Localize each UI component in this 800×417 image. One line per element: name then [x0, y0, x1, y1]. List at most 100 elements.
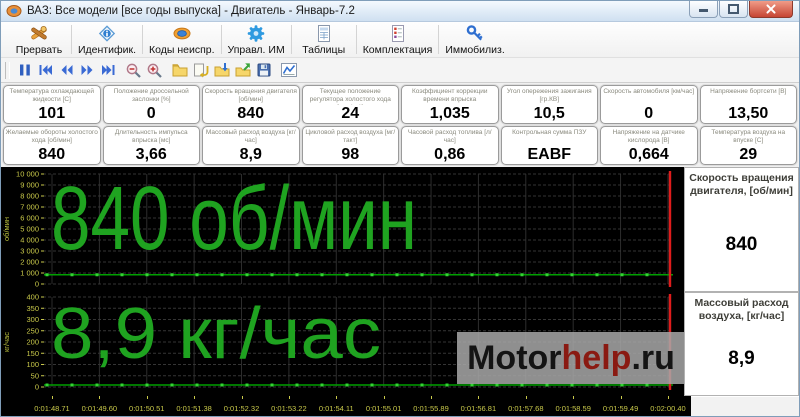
svg-text:50: 50 [31, 371, 39, 380]
time-tick-label: 0:01:48.71 [34, 404, 70, 413]
time-tick [146, 396, 148, 399]
toolbar-button-label: Комплектация [362, 43, 433, 56]
import-icon[interactable] [211, 60, 232, 81]
param-panel: Напряжение бортсети [В] 13,50 [699, 85, 797, 124]
engine-speed-chart[interactable]: 10 000 9 000 8 000 7 000 6 000 5 000 4 000 3 00… [1, 167, 684, 292]
param-panel: Длительность импульса впрыска [мс] 3,66 [102, 126, 200, 165]
param-label: Желаемые обороты холостого хода [об/мин] [5, 129, 98, 144]
close-button[interactable] [749, 1, 793, 18]
watermark-segment: Motor [467, 338, 562, 377]
time-tick-label: 0:01:57.68 [508, 404, 544, 413]
toolbar-button-label: Управл. ИМ [227, 43, 285, 56]
time-tick-label: 0:01:58.59 [555, 404, 591, 413]
time-tick-label: 0:01:59.49 [602, 404, 639, 413]
time-tick-label: 0:01:55.01 [365, 404, 402, 413]
param-value: 8,9 [239, 145, 262, 163]
folder-icon[interactable] [169, 60, 190, 81]
svg-text:300: 300 [26, 315, 39, 324]
time-axis: 0:01:48.71 0:01:49.60 0:01:50.51 0:01:51.38… [1, 396, 691, 416]
param-value: 10,5 [533, 104, 565, 122]
step-forward-icon[interactable] [77, 60, 98, 81]
param-label: Часовой расход топлива [л/час] [407, 129, 492, 144]
watermark: Motor help .ru [457, 332, 684, 384]
mass-air-flow-side-panel: Массовый расход воздуха, [кг/час] 8,9 [684, 292, 799, 396]
time-tick [667, 396, 669, 399]
param-label: Контрольная сумма ПЗУ [512, 129, 587, 136]
go-first-icon[interactable] [35, 60, 56, 81]
param-panel: Часовой расход топлива [л/час] 0,86 [401, 126, 499, 165]
time-tick-label: 0:01:50.51 [129, 404, 165, 413]
svg-text:7 000: 7 000 [20, 203, 39, 212]
svg-text:250: 250 [26, 326, 39, 335]
titlebar[interactable]: ВАЗ: Все модели [все годы выпуска] - Дви… [1, 1, 799, 22]
svg-text:840 об/мин: 840 об/мин [51, 169, 417, 269]
time-tick-label: 0:01:55.89 [413, 404, 449, 413]
parameter-grid: Температура охлаждающей жидкости [C] 101 П… [1, 83, 799, 167]
svg-text:3 000: 3 000 [20, 247, 39, 256]
param-panel: Желаемые обороты холостого хода [об/мин]… [3, 126, 101, 165]
svg-text:400: 400 [26, 293, 39, 302]
zoom-in-icon[interactable] [144, 60, 165, 81]
pause-icon[interactable] [14, 60, 35, 81]
svg-text:1 000: 1 000 [20, 269, 39, 278]
step-back-icon[interactable] [56, 60, 77, 81]
param-label: Коэффициент коррекции времени впрыска [411, 88, 488, 103]
toolbar-button-abort[interactable]: Прервать [7, 22, 71, 57]
param-value: 0 [146, 104, 156, 122]
zoom-out-icon[interactable] [123, 60, 144, 81]
param-panel: Цикловой расход воздуха [мг/такт] 98 [301, 126, 399, 165]
param-label: Цикловой расход воздуха [мг/такт] [305, 129, 396, 144]
maximize-icon [728, 4, 739, 14]
toolbar-button-actuators[interactable]: Управл. ИМ [222, 22, 291, 57]
svg-text:0: 0 [35, 280, 39, 289]
abort-icon [29, 24, 49, 43]
svg-text:8 000: 8 000 [20, 192, 39, 201]
svg-text:0: 0 [35, 383, 39, 392]
paste-icon[interactable] [190, 60, 211, 81]
toolbar-button-label: Идентифик. [78, 43, 137, 56]
go-last-icon[interactable] [98, 60, 119, 81]
side-panel-label: Массовый расход воздуха, [кг/час] [694, 297, 789, 323]
param-label: Массовый расход воздуха [кг/час] [205, 129, 296, 144]
side-panel-label: Скорость вращения двигателя, [об/мин] [689, 172, 794, 198]
param-value: 0 [644, 104, 654, 122]
param-value: EABF [527, 145, 572, 163]
minimize-button[interactable] [689, 1, 718, 18]
time-tick [241, 396, 243, 399]
time-tick [478, 396, 480, 399]
time-tick-label: 0:01:52.32 [223, 404, 260, 413]
mass-air-flow-chart[interactable]: 400 350 300 250 200 150 100 50 0 кг/час 8,9 кг/час… [1, 292, 684, 396]
export-icon[interactable] [232, 60, 253, 81]
graph-icon[interactable] [278, 60, 299, 81]
param-value: 840 [237, 104, 265, 122]
param-value: 29 [739, 145, 758, 163]
toolbar-button-label: Коды неиспр. [149, 43, 215, 56]
toolbar-button-equipment[interactable]: Комплектация [357, 22, 439, 57]
toolbar-button-label: Прервать [15, 43, 63, 56]
time-tick-label: 0:02:00.40 [650, 404, 686, 413]
svg-text:4 000: 4 000 [20, 236, 39, 245]
param-panel: Температура воздуха на впуске [C] 29 [699, 126, 797, 165]
equipment-icon [388, 24, 408, 43]
toolbar-button-tables[interactable]: Таблицы [292, 22, 356, 57]
time-tick-label: 0:01:56.81 [460, 404, 497, 413]
svg-text:9 000: 9 000 [20, 181, 39, 190]
toolbar-button-immobilizer[interactable]: Иммобилиз. [439, 22, 510, 57]
toolbar-button-label: Таблицы [302, 43, 346, 56]
toolbar-button-dtc[interactable]: Коды неиспр. [143, 22, 221, 57]
watermark-segment: help [561, 338, 632, 377]
param-panel: Положение дроссельной заслонки [%] 0 [102, 85, 200, 124]
time-tick [383, 396, 385, 399]
time-tick [194, 396, 196, 399]
toolbar-button-identify[interactable]: Идентифик. [72, 22, 142, 57]
save-icon[interactable] [253, 60, 274, 81]
time-tick [52, 396, 53, 399]
param-panel: Скорость автомобиля [км/час] 0 [600, 85, 698, 124]
dtc-icon [172, 24, 192, 43]
time-tick-label: 0:01:51.38 [176, 404, 212, 413]
time-tick [99, 396, 101, 399]
svg-text:об/мин: об/мин [2, 217, 11, 241]
maximize-button[interactable] [719, 1, 748, 18]
time-tick-label: 0:01:49.60 [81, 404, 118, 413]
param-panel: Скорость вращения двигателя [об/мин] 840 [202, 85, 300, 124]
